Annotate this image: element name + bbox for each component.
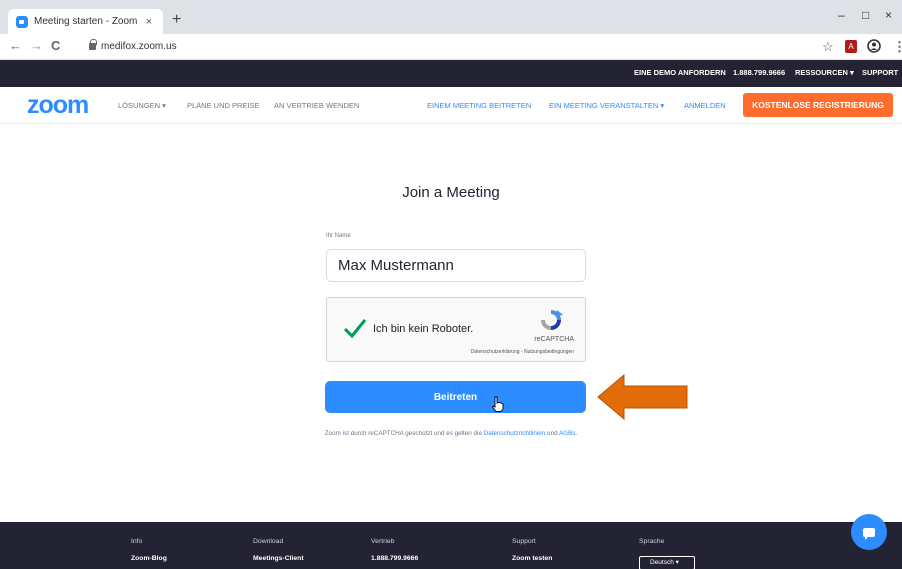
resources-menu[interactable]: RESSOURCEN ▾	[795, 68, 854, 77]
nav-plans[interactable]: PLÄNE UND PREISE	[187, 101, 260, 110]
footer-heading: Support	[512, 538, 536, 545]
zoom-logo[interactable]: zoom	[27, 91, 89, 120]
footer-link[interactable]: Zoom testen	[512, 555, 552, 562]
zoom-top-bar: EINE DEMO ANFORDERN 1.888.799.9666 RESSO…	[0, 60, 902, 87]
reload-button[interactable]: C	[51, 38, 60, 53]
profile-icon[interactable]	[867, 39, 881, 53]
privacy-link[interactable]: Datenschutzrichtlinien	[484, 430, 546, 437]
recaptcha-links[interactable]: Datenschutzerklärung - Nutzungsbedingung…	[471, 349, 574, 355]
browser-toolbar: ← → C medifox.zoom.us ☆ ⋮	[0, 34, 902, 60]
footer-heading: Vertrieb	[371, 538, 395, 545]
browser-menu-icon[interactable]: ⋮	[893, 39, 902, 55]
window-close-button[interactable]: ×	[885, 8, 892, 22]
annotation-arrow-icon	[597, 374, 688, 420]
recaptcha-brand: reCAPTCHA	[534, 336, 574, 343]
footer-heading: Info	[131, 538, 143, 545]
zoom-navbar: zoom LÖSUNGEN ▾ PLÄNE UND PREISE AN VERT…	[0, 87, 902, 124]
recaptcha-label: Ich bin kein Roboter.	[373, 323, 474, 335]
join-button[interactable]: Beitreten	[325, 381, 586, 413]
recaptcha-widget: Ich bin kein Roboter. reCAPTCHA Datensch…	[326, 297, 586, 362]
hand-cursor-icon	[491, 396, 504, 412]
new-tab-button[interactable]: +	[172, 12, 181, 28]
legal-notice: Zoom ist durch reCAPTCHA geschützt und e…	[0, 430, 902, 437]
legal-and: und	[545, 430, 559, 437]
recaptcha-logo-icon	[541, 310, 563, 330]
browser-tab[interactable]: Meeting starten - Zoom ×	[8, 9, 163, 34]
nav-contact-sales[interactable]: AN VERTRIEB WENDEN	[274, 101, 359, 110]
zoom-favicon-icon	[16, 15, 28, 28]
footer-col-language: Sprache	[639, 538, 664, 555]
legal-prefix: Zoom ist durch reCAPTCHA geschützt und e…	[324, 430, 484, 437]
minimize-button[interactable]: –	[838, 8, 845, 22]
pdf-extension-icon[interactable]: A	[845, 40, 857, 53]
footer: Info Zoom-Blog Download Meetings-Client …	[0, 522, 902, 569]
chat-icon	[863, 527, 875, 540]
nav-host-meeting[interactable]: EIN MEETING VERANSTALTEN ▾	[549, 101, 664, 110]
footer-heading: Sprache	[639, 538, 665, 545]
address-bar[interactable]: medifox.zoom.us	[101, 41, 177, 52]
tab-close-icon[interactable]: ×	[143, 16, 155, 28]
legal-suffix: .	[575, 430, 578, 437]
name-input[interactable]: Max Mustermann	[326, 249, 586, 282]
footer-col-support: Support Zoom testen	[512, 538, 552, 562]
support-link[interactable]: SUPPORT	[862, 68, 898, 77]
bookmark-star-icon[interactable]: ☆	[822, 39, 834, 55]
nav-solutions[interactable]: LÖSUNGEN ▾	[118, 101, 166, 110]
forward-button[interactable]: →	[30, 38, 43, 53]
footer-col-sales: Vertrieb 1.888.799.9666	[371, 538, 418, 562]
footer-link[interactable]: 1.888.799.9666	[371, 555, 418, 562]
footer-col-download: Download Meetings-Client	[253, 538, 304, 562]
browser-tabstrip: Meeting starten - Zoom × + – □ ×	[0, 0, 902, 34]
chat-button[interactable]	[851, 514, 887, 550]
terms-link[interactable]: AGBs	[559, 430, 575, 437]
lock-icon	[89, 39, 97, 50]
footer-link[interactable]: Zoom-Blog	[131, 555, 167, 562]
footer-link[interactable]: Meetings-Client	[253, 555, 304, 562]
language-select[interactable]: Deutsch ▾	[639, 556, 695, 569]
maximize-button[interactable]: □	[862, 8, 869, 22]
screen: Meeting starten - Zoom × + – □ × ← → C m…	[0, 0, 902, 569]
phone-number: 1.888.799.9666	[733, 68, 786, 77]
signup-button[interactable]: KOSTENLOSE REGISTRIERUNG	[743, 93, 893, 117]
footer-col-info: Info Zoom-Blog	[131, 538, 167, 562]
nav-sign-in[interactable]: ANMELDEN	[684, 101, 726, 110]
page-title: Join a Meeting	[402, 184, 500, 201]
nav-join-meeting[interactable]: EINEM MEETING BEITRETEN	[427, 101, 531, 110]
name-label: Ihr Name	[326, 233, 351, 239]
back-button[interactable]: ←	[9, 38, 22, 53]
checkmark-icon[interactable]	[343, 316, 367, 340]
request-demo-link[interactable]: EINE DEMO ANFORDERN	[634, 68, 726, 77]
tab-title: Meeting starten - Zoom	[34, 16, 138, 27]
footer-heading: Download	[253, 538, 284, 545]
